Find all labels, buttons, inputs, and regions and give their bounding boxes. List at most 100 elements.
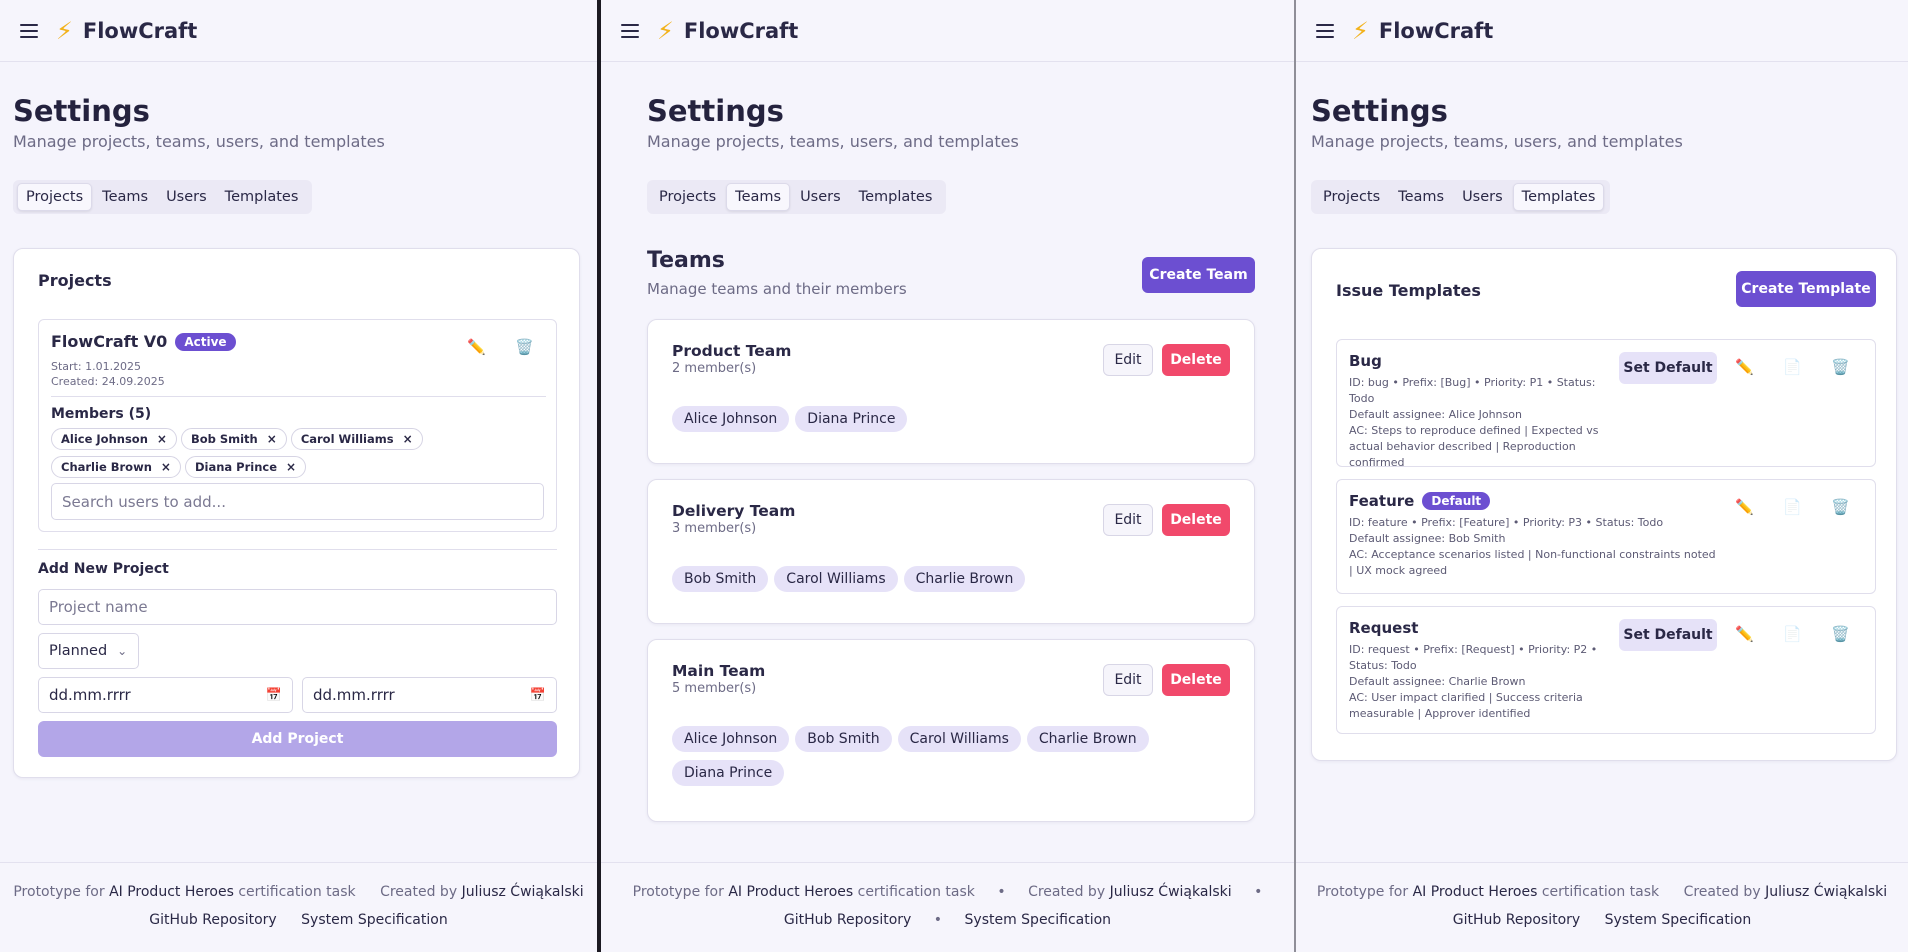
template-item: Feature Default ID: feature • Prefix: [F… (1336, 479, 1876, 594)
create-template-button[interactable]: Create Template (1736, 271, 1876, 307)
calendar-icon[interactable]: 📅 (266, 688, 282, 703)
top-bar: ⚡ FlowCraft (601, 0, 1294, 62)
template-assignee: Default assignee: Bob Smith (1349, 532, 1506, 545)
project-name-field[interactable]: Project name (38, 589, 557, 625)
spec-link[interactable]: System Specification (1605, 912, 1752, 928)
edit-icon[interactable]: ✏️ (1735, 360, 1754, 375)
menu-icon[interactable] (621, 23, 639, 38)
footer-text: Prototype for (632, 884, 724, 900)
set-default-button[interactable]: Set Default (1619, 619, 1717, 651)
template-summary: ID: bug • Prefix: [Bug] • Priority: P1 •… (1349, 376, 1596, 405)
edit-team-button[interactable]: Edit (1103, 504, 1153, 536)
page-subtitle: Manage projects, teams, users, and templ… (1311, 132, 1683, 151)
tab-teams[interactable]: Teams (94, 184, 156, 210)
tab-users[interactable]: Users (1454, 184, 1511, 210)
templates-heading: Issue Templates (1336, 281, 1481, 300)
team-members: Bob Smith Carol Williams Charlie Brown (672, 566, 1232, 600)
teams-pane: ⚡ FlowCraft Settings Manage projects, te… (601, 0, 1294, 952)
member-tag: Alice Johnson (672, 406, 790, 432)
tab-users[interactable]: Users (158, 184, 215, 210)
github-link[interactable]: GitHub Repository (784, 912, 911, 928)
footer-program: AI Product Heroes (109, 884, 234, 900)
tab-projects[interactable]: Projects (651, 184, 724, 210)
project-item: FlowCraft V0 Active ✏️ 🗑️ Start: 1.01.20… (38, 319, 557, 532)
remove-icon[interactable]: × (286, 460, 296, 474)
projects-pane: ⚡ FlowCraft Settings Manage projects, te… (0, 0, 597, 952)
trash-icon[interactable]: 🗑️ (1831, 627, 1850, 642)
footer: Prototype for AI Product Heroes certific… (0, 862, 597, 952)
delete-team-button[interactable]: Delete (1162, 664, 1230, 696)
duplicate-icon[interactable]: 📄 (1783, 500, 1802, 515)
edit-icon[interactable]: ✏️ (1735, 627, 1754, 642)
remove-icon[interactable]: × (157, 432, 167, 446)
set-default-button[interactable]: Set Default (1619, 352, 1717, 384)
duplicate-icon[interactable]: 📄 (1783, 627, 1802, 642)
trash-icon[interactable]: 🗑️ (1831, 500, 1850, 515)
end-date-field[interactable]: dd.mm.rrrr 📅 (302, 677, 557, 713)
edit-team-button[interactable]: Edit (1103, 344, 1153, 376)
edit-team-button[interactable]: Edit (1103, 664, 1153, 696)
footer-text: Created by (1683, 884, 1761, 900)
remove-icon[interactable]: × (267, 432, 277, 446)
tab-users[interactable]: Users (792, 184, 849, 210)
members-label: Members (5) (51, 406, 152, 422)
footer-program: AI Product Heroes (1412, 884, 1538, 900)
menu-icon[interactable] (20, 23, 38, 38)
lightning-icon: ⚡ (657, 16, 674, 45)
member-chip-name: Diana Prince (194, 460, 278, 474)
projects-card: Projects FlowCraft V0 Active ✏️ 🗑️ Start… (13, 248, 580, 778)
footer: Prototype for AI Product Heroes certific… (1296, 862, 1908, 952)
spec-link[interactable]: System Specification (301, 912, 448, 928)
template-details: ID: feature • Prefix: [Feature] • Priori… (1349, 515, 1719, 579)
remove-icon[interactable]: × (161, 460, 171, 474)
tab-templates[interactable]: Templates (217, 184, 307, 210)
github-link[interactable]: GitHub Repository (1453, 912, 1580, 928)
lightning-icon: ⚡ (56, 16, 73, 45)
member-tag: Alice Johnson (672, 726, 790, 752)
trash-icon[interactable]: 🗑️ (1831, 360, 1850, 375)
page-title: Settings (1311, 94, 1448, 128)
delete-team-button[interactable]: Delete (1162, 504, 1230, 536)
template-criteria: AC: Acceptance scenarios listed | Non-fu… (1349, 548, 1716, 577)
project-created: Created: 24.09.2025 (51, 375, 165, 388)
start-date-field[interactable]: dd.mm.rrrr 📅 (38, 677, 293, 713)
trash-icon[interactable]: 🗑️ (515, 340, 534, 355)
create-team-button[interactable]: Create Team (1142, 257, 1255, 293)
divider (38, 549, 557, 550)
calendar-icon[interactable]: 📅 (530, 688, 546, 703)
github-link[interactable]: GitHub Repository (149, 912, 276, 928)
templates-card: Issue Templates Create Template Bug ID: … (1311, 248, 1897, 761)
member-tag: Carol Williams (774, 566, 898, 592)
member-chip: Alice Johnson × (51, 428, 177, 450)
delete-team-button[interactable]: Delete (1162, 344, 1230, 376)
lightning-icon: ⚡ (1352, 16, 1369, 45)
project-start: Start: 1.01.2025 (51, 360, 142, 373)
menu-icon[interactable] (1316, 23, 1334, 38)
template-item: Request ID: request • Prefix: [Request] … (1336, 606, 1876, 734)
tab-templates[interactable]: Templates (851, 184, 941, 210)
footer-credits: Prototype for AI Product Heroes certific… (0, 884, 597, 900)
user-search-input[interactable]: Search users to add... (51, 483, 544, 520)
edit-icon[interactable]: ✏️ (1735, 500, 1754, 515)
duplicate-icon[interactable]: 📄 (1783, 360, 1802, 375)
tab-teams[interactable]: Teams (726, 183, 791, 211)
project-status-select[interactable]: Planned ⌄ (38, 633, 139, 669)
footer-text: certification task (857, 884, 975, 900)
tab-projects[interactable]: Projects (1315, 184, 1388, 210)
template-details: ID: request • Prefix: [Request] • Priori… (1349, 642, 1609, 722)
template-details: ID: bug • Prefix: [Bug] • Priority: P1 •… (1349, 375, 1609, 471)
page-subtitle: Manage projects, teams, users, and templ… (13, 132, 385, 151)
tab-projects[interactable]: Projects (17, 183, 93, 211)
footer-separator: • (933, 912, 943, 928)
spec-link[interactable]: System Specification (965, 912, 1112, 928)
edit-icon[interactable]: ✏️ (467, 340, 486, 355)
brand-name: FlowCraft (683, 18, 799, 43)
add-project-button[interactable]: Add Project (38, 721, 557, 757)
team-name: Delivery Team (672, 502, 796, 520)
tab-teams[interactable]: Teams (1390, 184, 1452, 210)
footer-program: AI Product Heroes (728, 884, 854, 900)
date-placeholder: dd.mm.rrrr (313, 686, 395, 704)
remove-icon[interactable]: × (403, 432, 413, 446)
tab-templates[interactable]: Templates (1512, 183, 1605, 211)
footer-links: GitHub Repository System Specification (1296, 912, 1908, 928)
